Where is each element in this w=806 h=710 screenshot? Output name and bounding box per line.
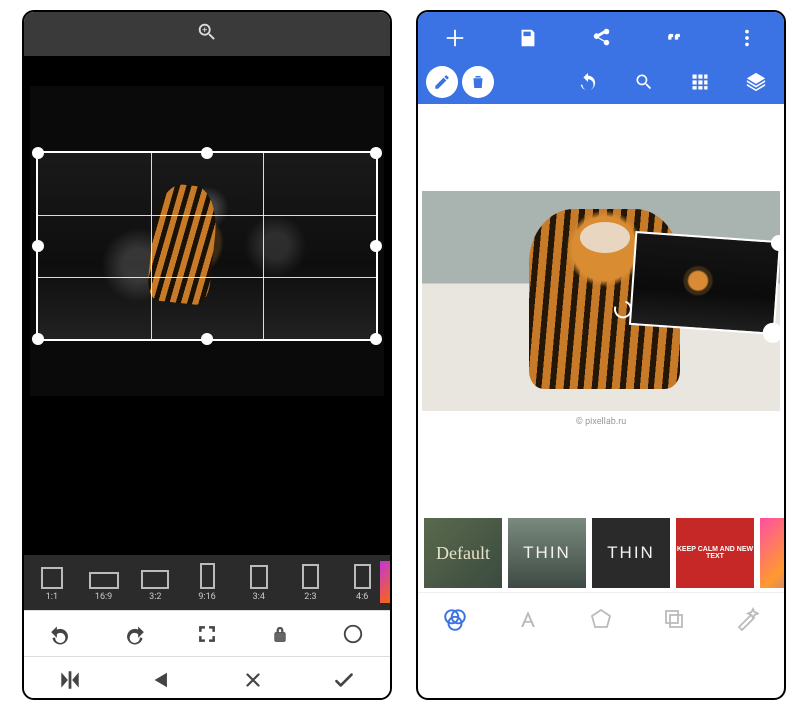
style-thumb-1[interactable]: THIN [508,518,586,588]
edit-button[interactable] [426,66,458,98]
image-caption: © pixellab.ru [576,417,626,427]
rotate-cw-button[interactable] [97,623,170,645]
crop-handle-tr[interactable] [370,147,382,159]
add-button[interactable] [418,27,491,49]
style-thumbnails: Default THIN THIN KEEP CALM AND NEW TEXT ME [418,514,784,592]
shape-circle-button[interactable] [317,623,390,645]
crop-handle-l[interactable] [32,240,44,252]
ratio-shape-icon [141,570,169,589]
share-button[interactable] [564,27,637,49]
ratio-label: 3:4 [253,592,265,602]
crop-handle-r[interactable] [370,240,382,252]
ratio-3-2[interactable]: 3:2 [131,560,179,606]
ratio-shape-icon [41,567,63,589]
phone-crop-editor: 1:1 16:9 3:2 9:16 3:4 2:3 4:6 [22,10,392,700]
grid-button[interactable] [672,72,728,92]
style-thumb-2[interactable]: THIN [592,518,670,588]
crop-handle-bl[interactable] [32,333,44,345]
style-thumb-label: KEEP CALM AND NEW TEXT [676,546,754,560]
crop-action-row [24,656,390,700]
layers-button[interactable] [728,71,784,93]
ratio-shape-icon [250,565,268,589]
ratio-3-4[interactable]: 3:4 [235,560,283,606]
save-button[interactable] [491,27,564,49]
tab-shapes[interactable] [564,593,637,644]
tab-layers[interactable] [638,593,711,644]
expand-button[interactable] [170,624,243,644]
aspect-ratio-bar: 1:1 16:9 3:2 9:16 3:4 2:3 4:6 [24,555,390,610]
ratio-1-1[interactable]: 1:1 [28,560,76,606]
tab-effects[interactable] [711,593,784,644]
more-button[interactable] [711,27,784,49]
ratio-9-16[interactable]: 9:16 [183,560,231,606]
ratio-label: 16:9 [95,592,112,602]
zoom-button[interactable] [616,72,672,92]
crop-handle-b[interactable] [201,333,213,345]
ratio-shape-icon [302,564,319,589]
ratio-label: 4:6 [356,592,368,602]
style-thumb-label: Default [436,543,490,564]
crop-frame[interactable] [36,151,378,341]
crop-handle-tl[interactable] [32,147,44,159]
style-thumb-3[interactable]: KEEP CALM AND NEW TEXT [676,518,754,588]
ratio-2-3[interactable]: 2:3 [287,560,335,606]
lock-aspect-button[interactable] [244,625,317,643]
overlay-handle-br[interactable] [762,322,783,343]
ratio-shape-icon [354,564,371,589]
editor-toolbar [418,12,784,104]
rotate-ccw-button[interactable] [24,623,97,645]
tab-filters[interactable] [418,593,491,644]
bottom-tabs [418,592,784,644]
ratio-overflow-peek[interactable] [380,561,390,603]
ratio-label: 1:1 [46,592,58,602]
crop-handle-t[interactable] [201,147,213,159]
crop-handle-br[interactable] [370,333,382,345]
style-thumb-0[interactable]: Default [424,518,502,588]
style-thumb-label: THIN [523,543,571,563]
ratio-label: 3:2 [149,592,161,602]
cancel-button[interactable] [207,669,299,691]
crop-canvas[interactable] [24,56,390,555]
ratio-16-9[interactable]: 16:9 [80,560,128,606]
phone-compositor: © pixellab.ru Default THIN THIN KEEP CALM A… [416,10,786,700]
crop-topbar [24,12,390,56]
ratio-4-6[interactable]: 4:6 [338,560,386,606]
previous-button[interactable] [116,669,208,691]
composition-canvas[interactable]: © pixellab.ru [418,104,784,514]
overlay-handle-tr[interactable] [770,235,786,252]
ratio-label: 2:3 [304,592,316,602]
zoom-in-icon[interactable] [196,21,218,47]
ratio-shape-icon [89,572,119,589]
ratio-label: 9:16 [198,592,215,602]
toolbar-row-secondary [418,60,784,104]
quote-button[interactable] [638,28,711,48]
tab-text[interactable] [491,593,564,644]
crop-tool-row [24,610,390,656]
toolbar-row-primary [418,16,784,60]
confirm-button[interactable] [299,667,391,693]
style-thumb-label: THIN [607,543,655,563]
style-thumb-4[interactable]: ME [760,518,784,588]
overlay-image[interactable] [629,231,781,335]
undo-button[interactable] [560,71,616,93]
flip-horizontal-button[interactable] [24,669,116,691]
delete-button[interactable] [462,66,494,98]
ratio-shape-icon [200,563,215,589]
